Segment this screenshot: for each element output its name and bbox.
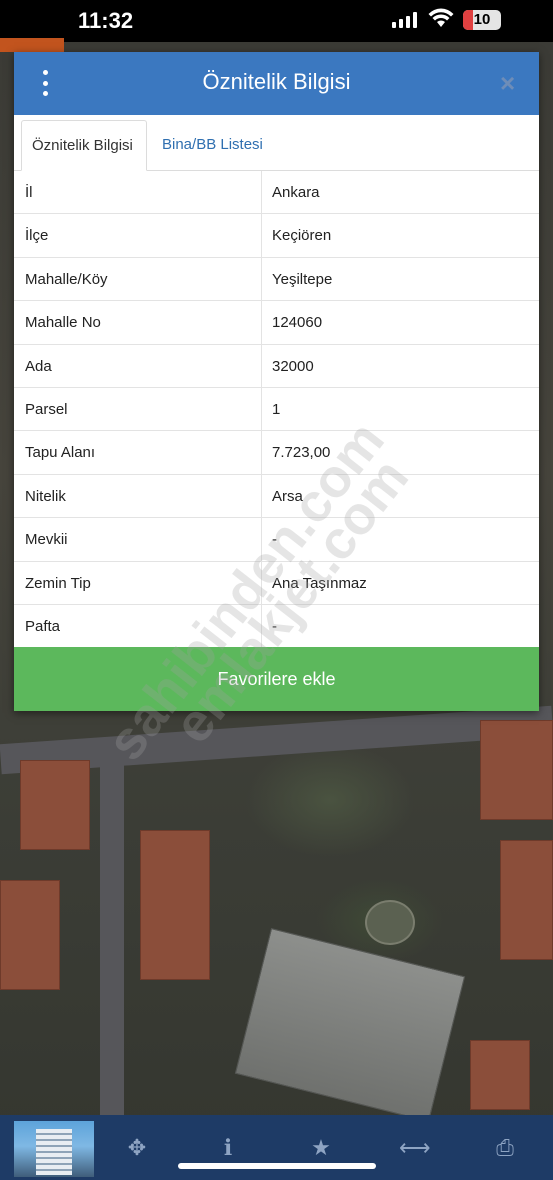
- battery-level: 10: [473, 11, 491, 28]
- map-highlight-strip: [0, 38, 64, 52]
- row-key: İlçe: [25, 227, 49, 245]
- row-key: Pafta: [25, 617, 61, 635]
- map-plaza: [365, 900, 415, 945]
- map-building: [20, 760, 90, 850]
- status-bar: 11:32 10: [0, 0, 553, 42]
- row-key: Ada: [25, 357, 52, 375]
- row-key: Tapu Alanı: [25, 444, 96, 462]
- row-value: Keçiören: [272, 227, 332, 245]
- table-row: İl Ankara: [14, 171, 539, 215]
- star-icon[interactable]: ★: [308, 1135, 334, 1161]
- table-row: Ada 32000: [14, 344, 539, 388]
- measure-icon[interactable]: ⟷: [399, 1135, 431, 1161]
- row-key: Mevkii: [25, 531, 68, 549]
- table-row: Nitelik Arsa: [14, 474, 539, 519]
- dialog-header: Öznitelik Bilgisi ×: [14, 52, 539, 115]
- table-row: Tapu Alanı 7.723,00: [14, 431, 539, 475]
- map-building: [470, 1040, 530, 1110]
- row-key: Mahalle No: [25, 314, 101, 332]
- table-row: Zemin Tip Ana Taşınmaz: [14, 561, 539, 605]
- row-key: Mahalle/Köy: [25, 270, 108, 288]
- tab-bar: Öznitelik Bilgisi Bina/BB Listesi: [14, 115, 539, 171]
- battery-icon: 10: [463, 10, 501, 30]
- map-building: [500, 840, 553, 960]
- row-key: İl: [25, 184, 33, 201]
- crosshair-icon[interactable]: ✥: [124, 1135, 150, 1161]
- status-time: 11:32: [78, 8, 134, 33]
- bottom-toolbar: ✥ ℹ ★ ⟷ ⎙: [0, 1115, 553, 1180]
- add-to-favorites-button[interactable]: Favorilere ekle: [14, 647, 539, 711]
- map-road: [100, 760, 124, 1120]
- table-row: İlçe Keçiören: [14, 214, 539, 258]
- map-building: [0, 880, 60, 990]
- row-value: 7.723,00: [272, 444, 331, 462]
- map-building: [140, 830, 210, 980]
- dialog-title: Öznitelik Bilgisi: [202, 69, 351, 94]
- print-icon[interactable]: ⎙: [492, 1135, 518, 1161]
- row-value: Arsa: [272, 487, 303, 505]
- row-value: 124060: [272, 314, 323, 332]
- map-warehouse: [234, 928, 466, 1122]
- tab-attribute-info[interactable]: Öznitelik Bilgisi: [21, 120, 147, 171]
- tab-building-list[interactable]: Bina/BB Listesi: [152, 120, 273, 171]
- row-value: -: [272, 617, 277, 635]
- building-thumbnail[interactable]: [14, 1121, 94, 1177]
- row-value: Yeşiltepe: [272, 270, 333, 288]
- row-value: 32000: [272, 357, 314, 375]
- home-indicator[interactable]: [178, 1163, 376, 1169]
- info-icon[interactable]: ℹ: [215, 1135, 241, 1161]
- row-key: Zemin Tip: [25, 574, 91, 592]
- table-row: Pafta -: [14, 604, 539, 649]
- table-row: Mahalle/Köy Yeşiltepe: [14, 257, 539, 302]
- table-row: Mevkii -: [14, 518, 539, 562]
- cellular-signal-icon: [392, 12, 417, 28]
- wifi-icon: [428, 8, 454, 27]
- attribute-table: İl Ankara İlçe Keçiören Mahalle/Köy Yeşilte…: [14, 171, 539, 649]
- table-row: Mahalle No 124060: [14, 301, 539, 345]
- attribute-dialog: Öznitelik Bilgisi × Öznitelik Bilgisi Bi…: [14, 52, 539, 711]
- row-key: Nitelik: [25, 487, 66, 505]
- table-row: Parsel 1: [14, 387, 539, 432]
- row-value: -: [272, 531, 277, 549]
- row-key: Parsel: [25, 400, 68, 418]
- close-icon[interactable]: ×: [500, 68, 515, 99]
- row-value: Ana Taşınmaz: [272, 574, 367, 592]
- map-building: [480, 720, 553, 820]
- row-value: Ankara: [272, 184, 320, 201]
- row-value: 1: [272, 400, 281, 418]
